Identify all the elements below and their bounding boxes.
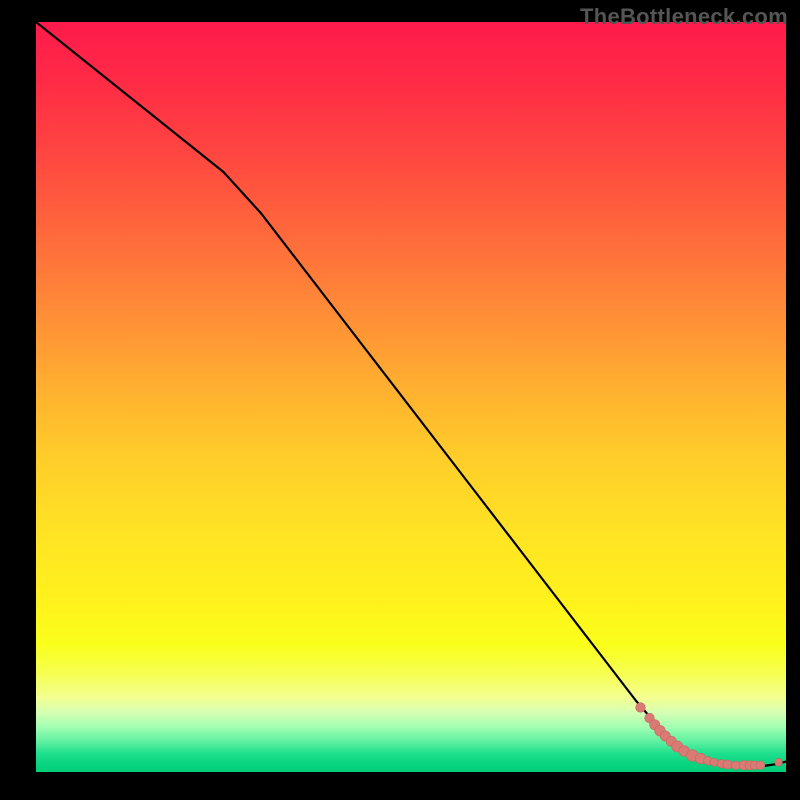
scatter-point (636, 703, 646, 713)
chart-canvas: TheBottleneck.com (0, 0, 800, 800)
scatter-points (636, 703, 783, 770)
scatter-point (710, 758, 718, 766)
scatter-point (723, 760, 732, 769)
scatter-point (756, 761, 765, 770)
scatter-point (731, 761, 740, 770)
watermark-label: TheBottleneck.com (580, 4, 788, 30)
bottleneck-curve (36, 22, 786, 766)
chart-overlay (36, 22, 786, 772)
scatter-point (775, 758, 783, 766)
plot-area (36, 22, 786, 772)
